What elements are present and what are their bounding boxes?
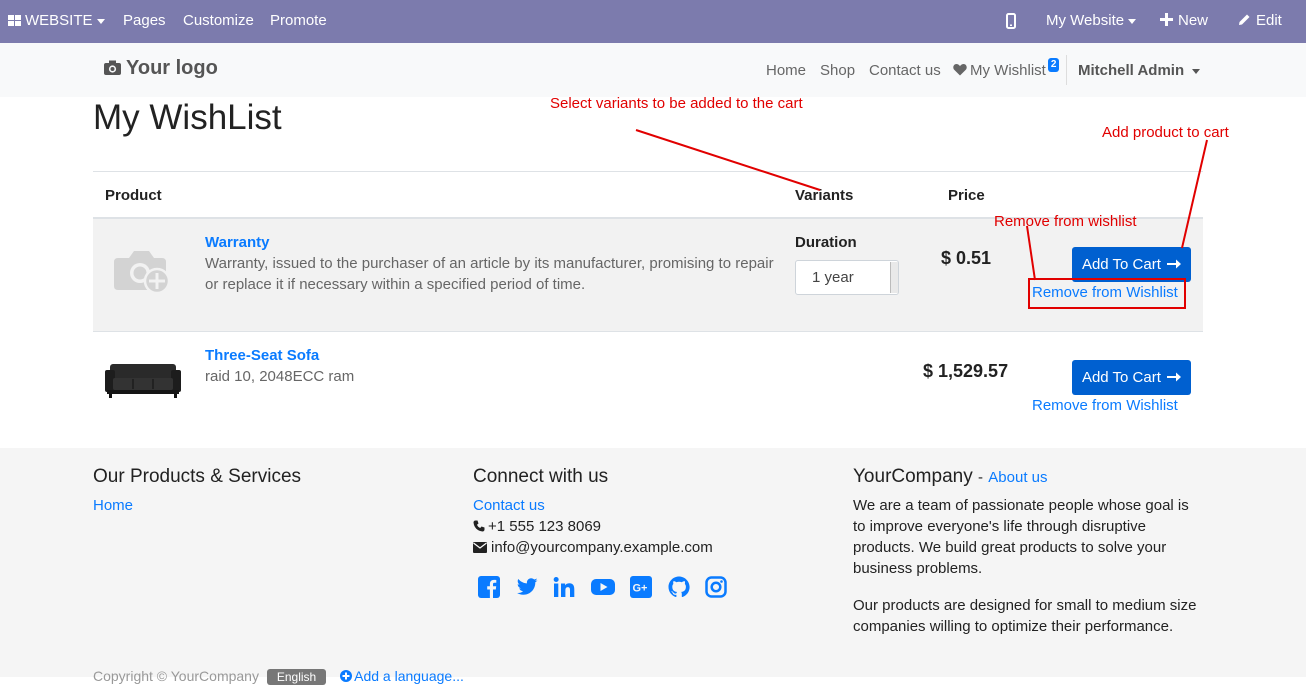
mobile-phone-icon: [1006, 13, 1016, 30]
edit-label: Edit: [1256, 12, 1282, 29]
remove-from-wishlist-link[interactable]: Remove from Wishlist: [1032, 397, 1178, 414]
facebook-icon[interactable]: [478, 576, 500, 598]
variant-select[interactable]: 1 year: [795, 260, 899, 295]
add-to-cart-button[interactable]: Add To Cart: [1072, 247, 1191, 282]
page-title: My WishList: [93, 98, 282, 137]
linkedin-icon[interactable]: [553, 576, 575, 598]
google-plus-icon[interactable]: G+: [630, 576, 652, 598]
product-description: raid 10, 2048ECC ram: [205, 368, 355, 385]
instagram-icon[interactable]: [705, 576, 727, 598]
add-language-label: Add a language...: [354, 668, 464, 684]
image-placeholder-icon: [114, 251, 171, 294]
admin-bar: WEBSITE Pages Customize Promote My Websi…: [0, 0, 1306, 43]
arrow-right-icon: [1167, 372, 1182, 382]
new-label: New: [1178, 12, 1209, 29]
nav-contact-us[interactable]: Contact us: [869, 43, 941, 97]
website-menu-label: WEBSITE: [25, 12, 93, 29]
promote-menu[interactable]: Promote: [270, 0, 327, 43]
product-name-link[interactable]: Three-Seat Sofa: [205, 347, 319, 364]
svg-text:G+: G+: [633, 583, 648, 595]
annotation-variants: Select variants to be added to the cart: [550, 95, 803, 112]
add-to-cart-label: Add To Cart: [1081, 369, 1161, 386]
footer-contact-link[interactable]: Contact us: [473, 497, 545, 514]
email-address: info@yourcompany.example.com: [491, 539, 713, 556]
plus-circle-icon: [340, 670, 353, 682]
company-title-separator: -: [978, 469, 983, 486]
github-icon[interactable]: [668, 576, 690, 598]
site-header: Your logo Home Shop Contact us My Wishli…: [0, 43, 1306, 97]
new-button[interactable]: New: [1160, 0, 1208, 43]
pages-menu[interactable]: Pages: [123, 0, 166, 43]
site-logo[interactable]: Your logo: [104, 57, 218, 80]
nav-my-wishlist[interactable]: My Wishlist 2: [953, 43, 1060, 97]
add-language-link[interactable]: Add a language...: [340, 668, 464, 684]
user-menu[interactable]: Mitchell Admin: [1078, 43, 1201, 97]
nav-divider: [1066, 55, 1067, 85]
youtube-icon[interactable]: [591, 576, 615, 598]
my-website-label: My Website: [1046, 12, 1125, 29]
product-name-link[interactable]: Warranty: [205, 234, 269, 251]
phone-icon: [473, 520, 485, 532]
mobile-preview-button[interactable]: [1006, 0, 1016, 43]
product-price: $ 1,529.57: [923, 361, 1009, 381]
footer-products-title: Our Products & Services: [93, 466, 302, 487]
arrow-right-icon: [1167, 259, 1182, 269]
nav-shop[interactable]: Shop: [820, 43, 855, 97]
footer-home-link[interactable]: Home: [93, 497, 133, 514]
variant-attribute-label: Duration: [795, 234, 857, 251]
my-website-menu[interactable]: My Website: [1046, 0, 1137, 43]
footer-connect-title: Connect with us: [473, 466, 609, 487]
sofa-product-image: [105, 364, 181, 398]
user-name: Mitchell Admin: [1078, 62, 1185, 79]
footer-phone: +1 555 123 8069: [473, 518, 601, 535]
annotation-add-to-cart: Add product to cart: [1102, 124, 1229, 141]
plus-icon: [1160, 13, 1173, 26]
product-price: $ 0.51: [941, 248, 992, 268]
footer-company-title: YourCompany - About us: [853, 466, 1048, 488]
column-header-price: Price: [948, 187, 985, 204]
phone-number: +1 555 123 8069: [488, 518, 602, 535]
footer-about-text-2: Our products are designed for small to m…: [853, 597, 1197, 635]
envelope-icon: [473, 542, 487, 553]
product-description: Warranty, issued to the purchaser of an …: [205, 255, 774, 293]
camera-icon: [104, 60, 121, 75]
select-spinner-icon: [890, 262, 898, 293]
logo-text: Your logo: [126, 57, 218, 79]
language-selector[interactable]: English: [266, 669, 327, 685]
chevron-down-icon: [1128, 18, 1137, 24]
wishlist-label: My Wishlist: [970, 62, 1046, 79]
twitter-icon[interactable]: [516, 576, 538, 598]
pencil-icon: [1239, 14, 1250, 25]
company-name: YourCompany: [853, 466, 973, 487]
column-header-variants: Variants: [795, 187, 854, 204]
add-to-cart-label: Add To Cart: [1081, 256, 1161, 273]
footer-email: info@yourcompany.example.com: [473, 539, 713, 556]
footer-about-text: We are a team of passionate people whose…: [853, 497, 1189, 577]
about-us-link[interactable]: About us: [988, 469, 1047, 486]
nav-home[interactable]: Home: [766, 43, 806, 97]
column-header-product: Product: [105, 187, 162, 204]
annotation-remove: Remove from wishlist: [994, 213, 1137, 230]
table-top-divider: [93, 171, 1203, 172]
variant-selected-value: 1 year: [812, 269, 854, 286]
apps-grid-icon: [8, 15, 21, 26]
website-menu[interactable]: WEBSITE: [8, 0, 105, 43]
chevron-down-icon: [1192, 68, 1201, 74]
annotation-highlight-box: [1028, 278, 1186, 309]
customize-menu[interactable]: Customize: [183, 0, 254, 43]
heart-icon: [953, 64, 967, 76]
chevron-down-icon: [96, 18, 105, 24]
copyright-text: Copyright © YourCompany: [93, 668, 259, 684]
edit-button[interactable]: Edit: [1238, 0, 1282, 43]
add-to-cart-button[interactable]: Add To Cart: [1072, 360, 1191, 395]
wishlist-count-badge: 2: [1047, 58, 1060, 72]
